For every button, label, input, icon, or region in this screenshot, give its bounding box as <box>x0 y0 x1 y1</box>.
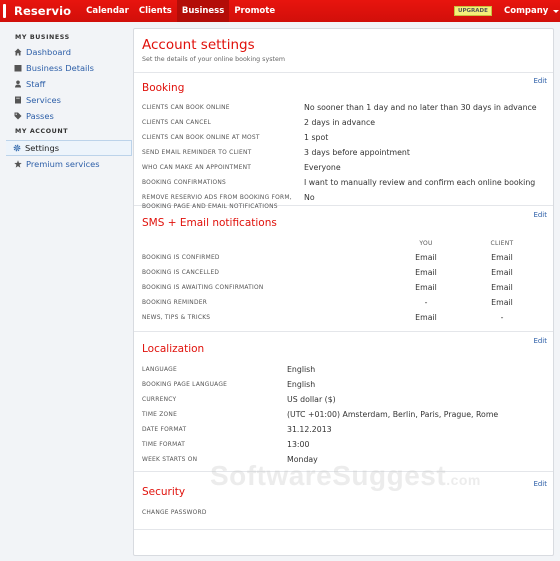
sidebar-item-label: Services <box>26 95 61 105</box>
upgrade-button[interactable]: UPGRADE <box>454 6 492 16</box>
setting-label: CLIENTS CAN BOOK ONLINE AT MOST <box>142 135 260 141</box>
setting-label: TIME ZONE <box>142 412 178 418</box>
localization-section-title: Localization <box>142 343 205 355</box>
sidebar-item-business-details[interactable]: Business Details <box>0 60 132 76</box>
sidebar-item-passes[interactable]: Passes <box>0 108 132 124</box>
setting-value: English <box>287 380 316 389</box>
setting-value: (UTC +01:00) Amsterdam, Berlin, Paris, P… <box>287 410 499 419</box>
user-icon <box>13 80 22 89</box>
notification-client-value: - <box>500 313 504 322</box>
localization-edit-link[interactable]: Edit <box>533 337 547 345</box>
column-header-client: CLIENT <box>490 240 514 247</box>
sidebar-item-premium-services[interactable]: Premium services <box>0 156 132 172</box>
sidebar-item-label: Premium services <box>26 159 100 169</box>
notification-you-value: - <box>424 298 428 307</box>
security-edit-link[interactable]: Edit <box>533 480 547 488</box>
security-section-title: Security <box>142 486 186 498</box>
notification-label: BOOKING IS CANCELLED <box>142 270 220 276</box>
setting-label: LANGUAGE <box>142 367 177 373</box>
booking-edit-link[interactable]: Edit <box>533 77 547 85</box>
setting-value: 3 days before appointment <box>304 148 410 157</box>
sidebar-item-dashboard[interactable]: Dashboard <box>0 44 132 60</box>
notification-label: NEWS, TIPS & TRICKS <box>142 315 211 321</box>
setting-label: BOOKING PAGE LANGUAGE <box>142 382 228 388</box>
sidebar-heading-my-business: MY BUSINESS <box>15 34 70 41</box>
notifications-section: Edit SMS + Email notifications YOU CLIEN… <box>134 206 553 332</box>
nav-business[interactable]: Business <box>176 0 230 22</box>
security-section: Edit Security CHANGE PASSWORD <box>134 472 553 530</box>
home-icon <box>13 48 22 57</box>
briefcase-icon <box>13 64 22 73</box>
sidebar-item-services[interactable]: Services <box>0 92 132 108</box>
notifications-edit-link[interactable]: Edit <box>533 211 547 219</box>
notification-client-value: Email <box>491 253 513 262</box>
company-menu[interactable]: Company <box>504 0 560 22</box>
sidebar-item-label: Dashboard <box>26 47 72 57</box>
page-subtitle: Set the details of your online booking s… <box>142 56 285 63</box>
nav-promote[interactable]: Promote <box>229 0 280 22</box>
notification-label: BOOKING IS CONFIRMED <box>142 255 220 261</box>
booking-section: Edit Booking CLIENTS CAN BOOK ONLINE No … <box>134 73 553 210</box>
sidebar-heading-my-account: MY ACCOUNT <box>15 128 69 135</box>
setting-value: 1 spot <box>304 133 329 142</box>
notification-you-value: Email <box>415 313 437 322</box>
notification-you-value: Email <box>415 253 437 262</box>
star-icon <box>13 160 22 169</box>
sidebar-item-label: Settings <box>25 143 60 153</box>
gear-icon <box>12 144 21 153</box>
sidebar-item-label: Passes <box>26 111 54 121</box>
account-settings-panel: Account settings Set the details of your… <box>133 28 554 556</box>
setting-label: DATE FORMAT <box>142 427 187 433</box>
setting-value: 13:00 <box>287 440 310 449</box>
setting-label: CURRENCY <box>142 397 177 403</box>
sidebar-item-settings[interactable]: Settings <box>6 140 132 156</box>
setting-value: US dollar ($) <box>287 395 336 404</box>
notifications-section-title: SMS + Email notifications <box>142 217 277 229</box>
page-title: Account settings <box>142 37 255 53</box>
setting-value: English <box>287 365 316 374</box>
localization-section: Edit Localization LANGUAGE English BOOKI… <box>134 332 553 472</box>
setting-value: I want to manually review and confirm ea… <box>304 178 536 187</box>
sidebar-item-label: Staff <box>26 79 46 89</box>
main-nav: Calendar Clients Business Promote <box>81 0 280 22</box>
setting-label: SEND EMAIL REMINDER TO CLIENT <box>142 150 252 156</box>
book-icon <box>13 96 22 105</box>
notification-client-value: Email <box>491 268 513 277</box>
setting-label-change-password: CHANGE PASSWORD <box>142 510 207 516</box>
logo-text: Reservio <box>14 4 72 18</box>
caret-down-icon <box>553 9 560 13</box>
column-header-you: YOU <box>419 240 433 247</box>
nav-clients[interactable]: Clients <box>134 0 177 22</box>
setting-value: No sooner than 1 day and no later than 3… <box>304 103 537 112</box>
setting-value: Monday <box>287 455 318 464</box>
setting-label: WHO CAN MAKE AN APPOINTMENT <box>142 165 252 171</box>
notification-label: BOOKING IS AWAITING CONFIRMATION <box>142 285 264 291</box>
setting-label: BOOKING CONFIRMATIONS <box>142 180 227 186</box>
setting-value: 31.12.2013 <box>287 425 332 434</box>
company-label: Company <box>504 6 549 16</box>
notification-you-value: Email <box>415 268 437 277</box>
setting-label: TIME FORMAT <box>142 442 186 448</box>
setting-value: 2 days in advance <box>304 118 376 127</box>
setting-label: CLIENTS CAN BOOK ONLINE <box>142 105 230 111</box>
page-header: Account settings Set the details of your… <box>134 29 553 73</box>
notification-you-value: Email <box>415 283 437 292</box>
booking-section-title: Booking <box>142 82 185 94</box>
setting-value: No <box>304 193 315 202</box>
sidebar-item-label: Business Details <box>26 63 94 73</box>
nav-calendar[interactable]: Calendar <box>81 0 134 22</box>
setting-label: WEEK STARTS ON <box>142 457 198 463</box>
sidebar: MY BUSINESS Dashboard Business Details S… <box>0 22 132 172</box>
logo[interactable]: Reservio <box>0 0 71 22</box>
setting-label: REMOVE RESERVIO ADS FROM BOOKING FORM, <box>142 195 292 201</box>
tag-icon <box>13 112 22 121</box>
setting-value: Everyone <box>304 163 341 172</box>
notification-client-value: Email <box>491 298 513 307</box>
top-navigation-bar: Reservio Calendar Clients Business Promo… <box>0 0 560 22</box>
notification-label: BOOKING REMINDER <box>142 300 208 306</box>
logo-mark-icon <box>3 4 6 18</box>
sidebar-item-staff[interactable]: Staff <box>0 76 132 92</box>
notification-client-value: Email <box>491 283 513 292</box>
setting-label: CLIENTS CAN CANCEL <box>142 120 212 126</box>
